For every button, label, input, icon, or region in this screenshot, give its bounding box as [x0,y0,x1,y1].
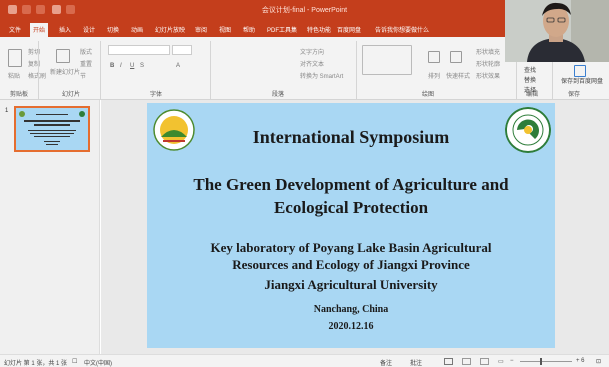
bold-icon[interactable]: B [110,63,114,69]
tab-file[interactable]: 文件 [6,23,24,36]
slide-title: International Symposium [252,127,450,147]
tab-home[interactable]: 开始 [30,23,49,37]
spellcheck-icon[interactable]: ☐ [72,358,77,365]
tab-insert[interactable]: 插入 [56,23,74,36]
tab-help[interactable]: 帮助 [240,23,258,36]
slide-date: 2020.12.16 [328,321,374,332]
thumbnail-logo-right [79,111,85,117]
slide-location: Nanchang, China [313,304,389,315]
thumbnail-text-line [24,120,80,122]
font-group-label: 字体 [150,92,163,98]
tab-animations[interactable]: 动画 [128,23,146,36]
drawing-group-label: 绘图 [422,92,435,98]
shapes-gallery[interactable] [362,45,412,75]
normal-view-icon[interactable] [444,358,453,365]
tab-design[interactable]: 设计 [80,23,98,36]
thumbnail-text-line [28,130,76,131]
new-slide-button[interactable]: 新建幻灯片 [50,67,80,76]
paste-icon[interactable] [8,49,22,67]
language-indicator[interactable]: 中文(中国) [84,358,112,367]
shape-fill-button[interactable]: 形状填充 [476,47,500,56]
tab-transitions[interactable]: 切换 [104,23,122,36]
slide-thumbnail[interactable] [14,106,90,152]
lab-name-line1: Key laboratory of Poyang Lake Basin Agri… [210,240,492,255]
format-painter-button[interactable]: 格式刷 [28,71,46,80]
tab-slideshow[interactable]: 幻灯片放映 [152,23,188,36]
slide-subtitle-line2: Ecological Protection [273,198,429,217]
font-name-select[interactable] [108,45,170,55]
zoom-level[interactable]: + 6 [576,358,585,364]
strikethrough-icon[interactable]: S [140,63,144,69]
thumbnail-number: 1 [5,108,9,114]
tab-features[interactable]: 特色功能 [304,23,334,36]
clipboard-group-label: 剪贴板 [10,92,29,98]
paragraph-group-label: 段落 [272,92,285,98]
shape-effects-button[interactable]: 形状效果 [476,71,500,80]
presenter-video [505,0,609,62]
notes-button[interactable]: 备注 [380,358,392,367]
ribbon-divider [356,41,357,99]
zoom-out-button[interactable]: − [510,358,514,364]
new-slide-icon[interactable] [56,49,70,63]
save-to-baidu-button[interactable]: 保存到百度网盘 [560,79,604,86]
slide-canvas[interactable]: International Symposium The Green Develo… [147,103,555,348]
reading-view-icon[interactable] [480,358,489,365]
ribbon-divider [38,41,39,99]
layout-button[interactable]: 版式 [80,47,92,56]
slide-editor: International Symposium The Green Develo… [101,100,609,354]
font-color-icon[interactable]: A [176,63,180,69]
text-direction-button[interactable]: 文字方向 [300,47,324,56]
slide-count: 幻灯片 第 1 张，共 1 张 [4,361,68,367]
zoom-slider-thumb[interactable] [540,358,542,365]
webcam-overlay [505,0,609,62]
underline-icon[interactable]: U [130,63,134,69]
arrange-icon[interactable] [428,51,440,63]
slides-group-label: 幻灯片 [62,92,81,98]
slide-subtitle-line1: The Green Development of Agriculture and [193,175,509,194]
paste-button[interactable]: 粘贴 [8,71,20,80]
reset-button[interactable]: 重置 [80,59,92,68]
font-size-select[interactable] [172,45,192,55]
slide-thumbnail-pane: 1 [0,100,100,354]
baidu-netdisk-icon[interactable] [574,65,586,77]
quick-styles-button[interactable]: 快速样式 [446,71,470,80]
thumbnail-text-line [44,141,60,142]
editing-group-label: 编辑 [526,92,539,98]
tab-review[interactable]: 审阅 [192,23,210,36]
slideshow-view-icon[interactable]: ▭ [498,358,504,365]
shape-outline-button[interactable]: 形状轮廓 [476,59,500,68]
find-button[interactable]: 查找 [524,65,536,74]
comments-button[interactable]: 批注 [410,358,422,367]
thumbnail-text-line [34,124,70,126]
thumbnail-text-line [30,133,74,134]
fit-to-window-icon[interactable]: ⊡ [596,358,601,365]
tab-view[interactable]: 视图 [216,23,234,36]
replace-button[interactable]: 替换 [524,75,536,84]
status-bar: 幻灯片 第 1 张，共 1 张 ☐ 中文(中国) 备注 批注 ▭ − + 6 ⊡ [0,354,609,367]
save-group-label: 保存 [568,92,581,98]
thumbnail-text-line [34,136,70,137]
university-name: Jiangxi Agricultural University [264,277,438,292]
arrange-button[interactable]: 排列 [428,71,440,80]
zoom-slider[interactable] [520,361,572,362]
slide-sorter-icon[interactable] [462,358,471,365]
ribbon-divider [100,41,101,99]
lab-name-line2: Resources and Ecology of Jiangxi Provinc… [232,257,470,272]
thumbnail-text-line [36,114,68,115]
tell-me-search[interactable]: 告诉我你想要做什么 [372,23,432,36]
quick-styles-icon[interactable] [450,51,462,63]
section-button[interactable]: 节 [80,71,86,80]
thumbnail-logo-left [19,111,25,117]
convert-smartart-button[interactable]: 转换为 SmartArt [300,71,343,80]
tab-baidu-netdisk[interactable]: 百度网盘 [334,23,364,36]
italic-icon[interactable]: I [120,63,122,69]
ribbon-divider [210,41,211,99]
align-text-button[interactable]: 对齐文本 [300,59,324,68]
tab-pdf-tools[interactable]: PDF工具集 [264,23,300,36]
thumbnail-text-line [46,144,58,145]
